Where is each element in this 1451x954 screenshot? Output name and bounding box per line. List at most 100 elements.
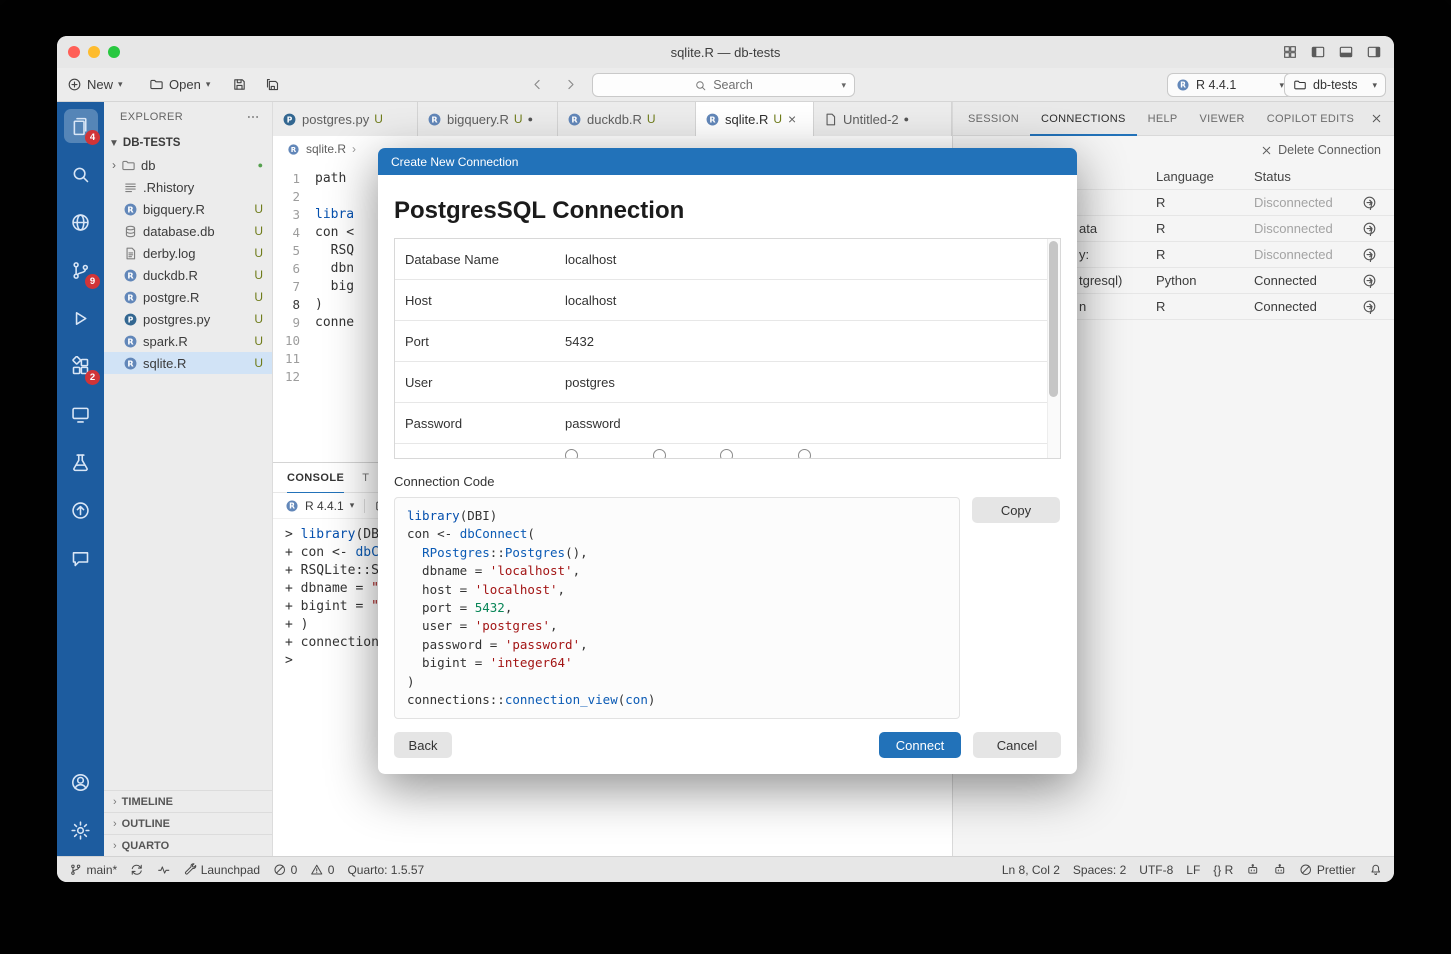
activity-explorer[interactable]: 4 [57,102,104,150]
file-derby.log[interactable]: derby.logU [104,242,272,264]
field-value[interactable]: password [565,416,621,431]
file-db[interactable]: ›db● [104,154,272,176]
minimize-window-button[interactable] [88,46,100,58]
status-copilot-2[interactable] [1273,863,1287,877]
section-quarto[interactable]: ›QUARTO [104,834,272,856]
status-bar: main* Launchpad 00 Quarto: 1.5.57 Ln 8, Col… [57,856,1394,882]
panel-tab-connections[interactable]: CONNECTIONS [1030,102,1137,136]
search-input[interactable]: Search ▾ [592,73,855,97]
status-encoding[interactable]: UTF-8 [1139,863,1173,877]
field-value[interactable]: 5432 [565,334,594,349]
activity-account[interactable] [57,758,104,806]
new-button[interactable]: New ▾ [67,68,123,101]
open-connection-button[interactable] [1362,247,1394,262]
radio-button[interactable] [565,449,578,459]
form-scrollbar[interactable] [1047,239,1060,458]
status-prettier[interactable]: Prettier [1299,863,1355,877]
tab-duckdb.R[interactable]: Rduckdb.RU [558,102,696,136]
toggle-right-sidebar-button[interactable] [1366,44,1382,60]
activity-settings[interactable] [57,806,104,854]
section-timeline[interactable]: ›TIMELINE [104,790,272,812]
radio-button[interactable] [720,449,733,459]
status-errors[interactable]: 0 [273,863,297,877]
back-button[interactable]: Back [394,732,452,758]
workspace-selector[interactable]: db-tests ▾ [1284,73,1386,97]
file-duckdb.R[interactable]: Rduckdb.RU [104,264,272,286]
tab-postgres.py[interactable]: Ppostgres.pyU [273,102,418,136]
toggle-panel-button[interactable] [1338,44,1354,60]
activity-publish[interactable] [57,486,104,534]
cancel-button[interactable]: Cancel [973,732,1061,758]
more-actions-icon[interactable] [246,110,260,124]
status-indentation[interactable]: Spaces: 2 [1073,863,1126,877]
file-postgres.py[interactable]: Ppostgres.pyU [104,308,272,330]
field-value[interactable]: localhost [565,293,616,308]
save-button[interactable] [232,68,247,101]
copy-button[interactable]: Copy [972,497,1060,523]
open-connection-button[interactable] [1362,299,1394,314]
r-version-selector[interactable]: R R 4.4.1 ▾ [1167,73,1293,97]
status-cursor-position[interactable]: Ln 8, Col 2 [1002,863,1060,877]
activity-chat[interactable] [57,534,104,582]
scrollbar-thumb[interactable] [1049,241,1058,397]
open-connection-button[interactable] [1362,273,1394,288]
activity-web[interactable] [57,198,104,246]
console-tab-console[interactable]: CONSOLE [287,463,344,493]
activity-run-debug[interactable] [57,294,104,342]
file-postgre.R[interactable]: Rpostgre.RU [104,286,272,308]
radio-button[interactable] [798,449,811,459]
prompt: + [285,599,301,614]
dialog-actions: Back Connect Cancel [394,732,1061,758]
file-sqlite.R[interactable]: Rsqlite.RU [104,352,272,374]
console-r-version[interactable]: R 4.4.1 [305,499,344,513]
chevron-down-icon[interactable]: ▾ [841,80,846,91]
radio-button[interactable] [653,449,666,459]
activity-testing[interactable] [57,438,104,486]
status-sync[interactable] [130,863,144,877]
tab-label: bigquery.R [447,112,509,127]
nav-back-button[interactable] [530,77,545,92]
open-button[interactable]: Open ▾ [149,68,210,101]
panel-tab-copilot-edits[interactable]: COPILOT EDITS [1256,102,1365,136]
file-spark.R[interactable]: Rspark.RU [104,330,272,352]
save-all-button[interactable] [265,68,280,101]
tab-Untitled-2[interactable]: Untitled-2● [814,102,952,136]
open-connection-button[interactable] [1362,221,1394,236]
file-database.db[interactable]: database.dbU [104,220,272,242]
activity-source-control[interactable]: 9 [57,246,104,294]
status-quarto[interactable]: Quarto: 1.5.57 [347,863,424,877]
status-notifications[interactable] [1369,863,1383,877]
connect-button[interactable]: Connect [879,732,961,758]
activity-extensions[interactable]: 2 [57,342,104,390]
panel-tab-session[interactable]: SESSION [957,102,1030,136]
tab-bigquery.R[interactable]: Rbigquery.RU● [418,102,558,136]
close-panel-icon[interactable] [1370,112,1383,125]
zoom-window-button[interactable] [108,46,120,58]
panel-tab-help[interactable]: HELP [1137,102,1189,136]
console-tab-t[interactable]: T [362,463,369,493]
explorer-root-folder[interactable]: ▼ DB-TESTS [104,132,272,154]
close-tab-icon[interactable]: × [788,111,796,127]
file-bigquery.R[interactable]: Rbigquery.RU [104,198,272,220]
close-window-button[interactable] [68,46,80,58]
status-copilot-1[interactable] [1246,863,1260,877]
status-launchpad[interactable]: Launchpad [183,863,260,877]
toggle-left-sidebar-button[interactable] [1310,44,1326,60]
status-eol[interactable]: LF [1186,863,1200,877]
status-warnings[interactable]: 0 [310,863,334,877]
line-number: 4 [273,224,315,242]
field-value[interactable]: localhost [565,252,616,267]
nav-forward-button[interactable] [563,77,578,92]
field-value[interactable]: postgres [565,375,615,390]
activity-search[interactable] [57,150,104,198]
layout-grid-button[interactable] [1282,44,1298,60]
open-connection-button[interactable] [1362,195,1394,210]
status-pulse[interactable] [157,863,171,877]
file-.Rhistory[interactable]: .Rhistory [104,176,272,198]
section-outline[interactable]: ›OUTLINE [104,812,272,834]
panel-tab-viewer[interactable]: VIEWER [1189,102,1256,136]
status-language-mode[interactable]: {} R [1213,863,1233,877]
activity-remote[interactable] [57,390,104,438]
status-git-branch[interactable]: main* [69,863,117,877]
tab-sqlite.R[interactable]: Rsqlite.RU× [696,102,814,136]
